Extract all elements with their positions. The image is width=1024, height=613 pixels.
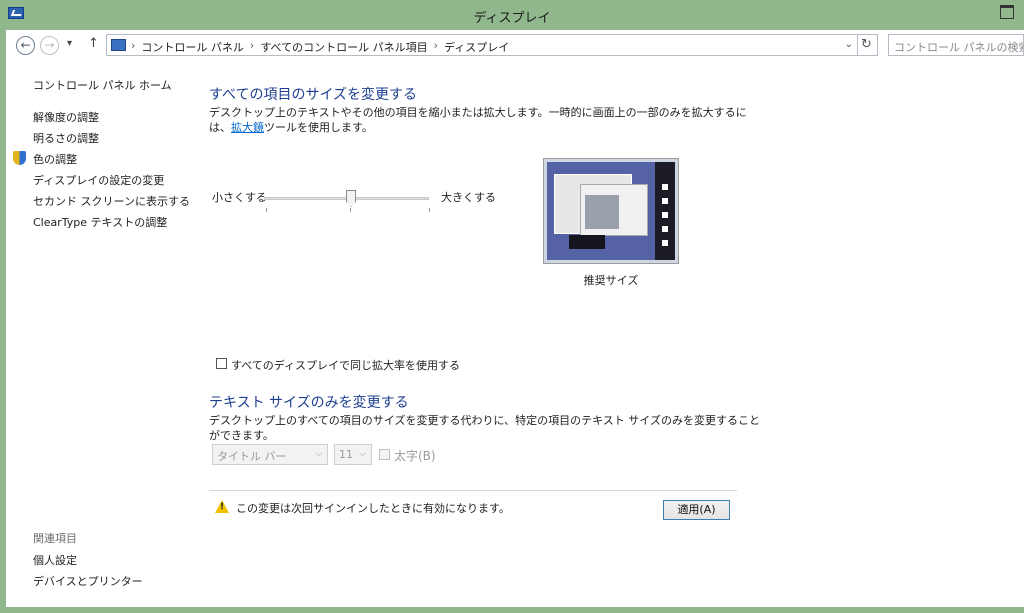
breadcrumb-separator: ›: [433, 39, 439, 52]
same-scale-checkbox[interactable]: [216, 358, 227, 369]
preview-desktop: [547, 162, 675, 260]
slider-tick: [350, 208, 351, 212]
navigation-bar: ← → ▾ ↑ › コントロール パネル › すべてのコントロール パネル項目 …: [6, 30, 1024, 60]
preview-taskbar: [569, 235, 605, 249]
window: ディスプレイ ← → ▾ ↑ › コントロール パネル › すべてのコントロール…: [0, 0, 1024, 613]
preview-charms-bar: [655, 162, 675, 260]
item-select-value: タイトル バー: [217, 450, 287, 463]
breadcrumb-separator: ›: [249, 39, 255, 52]
sidebar-item-brightness[interactable]: 明るさの調整: [33, 130, 99, 146]
size-section-description: デスクトップ上のテキストやその他の項目を縮小または拡大します。一時的に画面上の一…: [209, 105, 749, 135]
back-button[interactable]: ←: [16, 36, 35, 55]
main-content: すべての項目のサイズを変更する デスクトップ上のテキストやその他の項目を縮小また…: [209, 60, 1024, 607]
related-items-title: 関連項目: [33, 532, 77, 545]
refresh-button[interactable]: ↻: [856, 34, 878, 56]
divider: [209, 490, 737, 491]
breadcrumb-control-panel[interactable]: コントロール パネル: [141, 39, 244, 55]
preview-window: [580, 184, 648, 236]
same-scale-checkbox-label[interactable]: すべてのディスプレイで同じ拡大率を使用する: [231, 357, 460, 373]
slider-max-label: 大きくする: [441, 191, 496, 204]
sidebar-item-resolution[interactable]: 解像度の調整: [33, 109, 99, 125]
slider-tick: [266, 208, 267, 212]
preview-caption: 推奨サイズ: [583, 274, 639, 287]
address-bar[interactable]: › コントロール パネル › すべてのコントロール パネル項目 › ディスプレイ…: [106, 34, 858, 56]
bold-checkbox[interactable]: [379, 449, 390, 460]
magnifier-link[interactable]: 拡大鏡: [231, 121, 264, 134]
size-slider-thumb[interactable]: [346, 190, 356, 207]
sidebar-item-second-screen[interactable]: セカンド スクリーンに表示する: [33, 193, 190, 209]
sidebar-item-color[interactable]: 色の調整: [33, 151, 77, 167]
shield-icon: [13, 151, 26, 165]
breadcrumb-all-items[interactable]: すべてのコントロール パネル項目: [260, 39, 427, 55]
control-panel-icon: [111, 39, 126, 51]
sidebar-item-cleartype[interactable]: ClearType テキストの調整: [33, 214, 167, 230]
size-section-heading: すべての項目のサイズを変更する: [209, 87, 418, 103]
window-title: ディスプレイ: [473, 11, 551, 26]
item-select[interactable]: タイトル バー ⌵: [212, 444, 328, 465]
sidebar-item-display-settings[interactable]: ディスプレイの設定の変更: [33, 172, 164, 188]
address-dropdown-button[interactable]: ⌄: [845, 39, 853, 50]
slider-min-label: 小さくする: [212, 191, 267, 204]
size-preview-image: [543, 158, 679, 264]
search-input[interactable]: コントロール パネルの検索: [888, 34, 1024, 56]
left-navigation-pane: コントロール パネル ホーム 解像度の調整 明るさの調整 色の調整 ディスプレイ…: [6, 60, 196, 607]
bold-checkbox-label[interactable]: 太字(B): [394, 447, 436, 464]
chevron-down-icon: ⌵: [359, 449, 366, 459]
restore-button[interactable]: [1000, 5, 1014, 19]
up-button[interactable]: ↑: [88, 36, 99, 51]
size-description-text-end: ツールを使用します。: [264, 121, 373, 134]
sign-in-warning: この変更は次回サインインしたときに有効になります。: [236, 502, 510, 515]
chevron-down-icon: ⌵: [315, 449, 322, 459]
warning-icon: [215, 500, 229, 513]
recent-locations-button[interactable]: ▾: [67, 38, 72, 49]
apply-button[interactable]: 適用(A): [663, 500, 730, 520]
title-bar[interactable]: ディスプレイ: [0, 0, 1024, 30]
font-size-select[interactable]: 11 ⌵: [334, 444, 372, 465]
text-section-heading: テキスト サイズのみを変更する: [209, 395, 409, 411]
control-panel-home-link[interactable]: コントロール パネル ホーム: [33, 77, 172, 93]
breadcrumb: › コントロール パネル › すべてのコントロール パネル項目 › ディスプレイ: [131, 39, 509, 55]
related-item-devices-printers[interactable]: デバイスとプリンター: [33, 573, 143, 589]
slider-tick: [429, 208, 430, 212]
client-area: ← → ▾ ↑ › コントロール パネル › すべてのコントロール パネル項目 …: [6, 30, 1024, 607]
breadcrumb-display[interactable]: ディスプレイ: [444, 39, 509, 55]
breadcrumb-separator: ›: [131, 39, 136, 52]
related-item-personalization[interactable]: 個人設定: [33, 552, 77, 568]
forward-button[interactable]: →: [40, 36, 59, 55]
font-size-select-value: 11: [339, 448, 353, 461]
text-section-description: デスクトップ上のすべての項目のサイズを変更する代わりに、特定の項目のテキスト サ…: [209, 414, 760, 442]
